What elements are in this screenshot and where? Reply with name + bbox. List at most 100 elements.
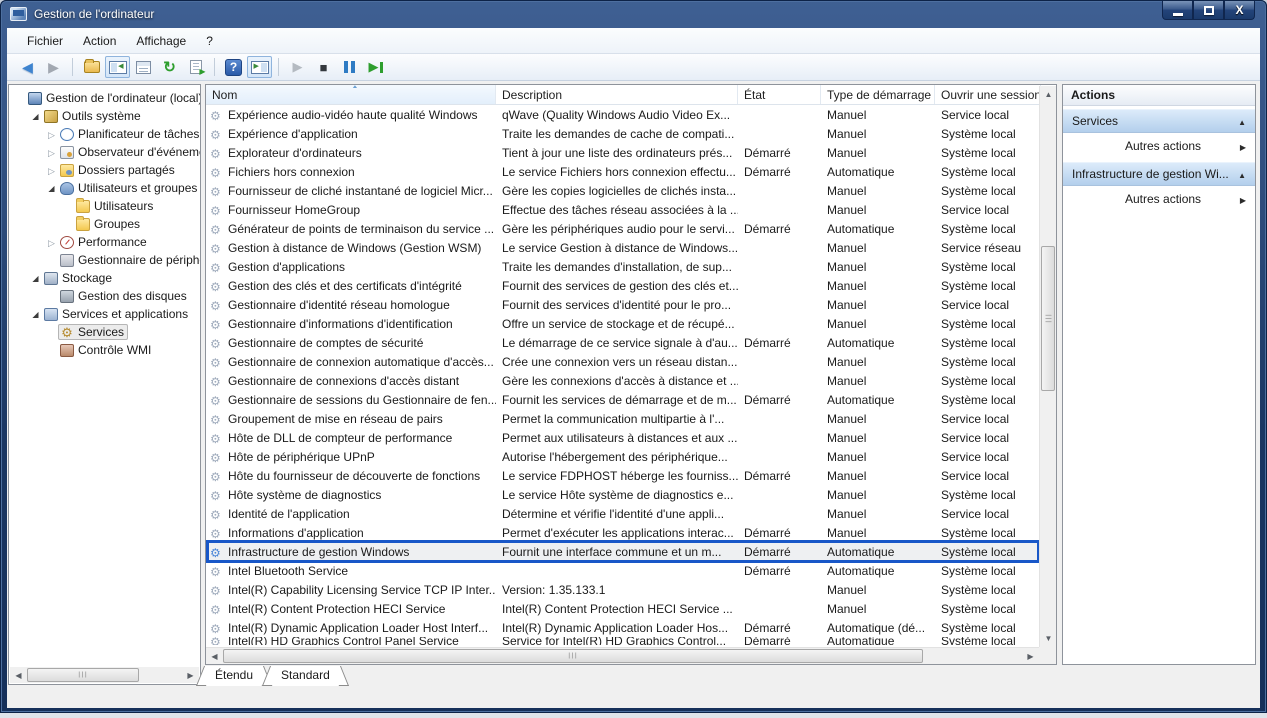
table-row[interactable]: Gestionnaire d'informations d'identifica… (206, 314, 1039, 333)
table-row[interactable]: Hôte du fournisseur de découverte de fon… (206, 466, 1039, 485)
scroll-up-icon[interactable]: ▲ (1040, 86, 1057, 103)
scroll-left-icon[interactable]: ◀ (206, 648, 223, 664)
scroll-left-icon[interactable]: ◀ (10, 667, 27, 683)
action-item-autres-actions[interactable]: Autres actions (1063, 133, 1255, 159)
table-row[interactable]: Gestionnaire de comptes de sécuritéLe dé… (206, 333, 1039, 352)
table-row[interactable]: Gestion à distance de Windows (Gestion W… (206, 238, 1039, 257)
table-row[interactable]: Expérience audio-vidéo haute qualité Win… (206, 105, 1039, 124)
expander-icon[interactable] (29, 305, 42, 323)
expander-icon[interactable] (45, 125, 58, 143)
table-row[interactable]: Fournisseur de cliché instantané de logi… (206, 181, 1039, 200)
tab-standard[interactable]: Standard (271, 666, 340, 686)
table-row[interactable]: Intel(R) Content Protection HECI Service… (206, 599, 1039, 618)
action-item-autres-actions[interactable]: Autres actions (1063, 186, 1255, 212)
back-button[interactable] (15, 56, 40, 78)
tree-item-gestion-de-l-ordinateur-local[interactable]: Gestion de l'ordinateur (local) (9, 89, 200, 107)
table-row[interactable]: Fournisseur HomeGroupEffectue des tâches… (206, 200, 1039, 219)
tree-item-services-et-applications[interactable]: Services et applications (9, 305, 200, 323)
table-row[interactable]: Expérience d'applicationTraite les deman… (206, 124, 1039, 143)
console-tree-button[interactable] (105, 56, 130, 78)
table-row[interactable]: Gestion des clés et des certificats d'in… (206, 276, 1039, 295)
table-row[interactable]: Gestionnaire d'identité réseau homologue… (206, 295, 1039, 314)
table-row[interactable]: Gestion d'applicationsTraite les demande… (206, 257, 1039, 276)
resume-service-button[interactable] (363, 56, 388, 78)
table-row[interactable]: Infrastructure de gestion WindowsFournit… (206, 542, 1039, 561)
table-row[interactable]: Hôte système de diagnosticsLe service Hô… (206, 485, 1039, 504)
table-row[interactable]: Intel(R) Dynamic Application Loader Host… (206, 618, 1039, 637)
tree-item-planificateur-de-taches[interactable]: Planificateur de tâches (9, 125, 200, 143)
menu-item[interactable]: ? (196, 30, 223, 52)
title-bar[interactable]: Gestion de l'ordinateur X (0, 0, 1267, 28)
list-vertical-scrollbar[interactable]: ▲ III ▼ (1039, 86, 1056, 647)
scroll-down-icon[interactable]: ▼ (1040, 630, 1057, 647)
maximize-button[interactable] (1193, 1, 1224, 20)
menu-fichier[interactable]: Fichier (17, 30, 73, 52)
table-row[interactable]: Générateur de points de terminaison du s… (206, 219, 1039, 238)
menu-affichage[interactable]: Affichage (126, 30, 196, 52)
list-vscroll-thumb[interactable]: III (1041, 246, 1055, 391)
stop-service-button[interactable] (311, 56, 336, 78)
tree-horizontal-scrollbar[interactable]: ◀ III ▶ (10, 667, 199, 683)
table-row[interactable]: Fichiers hors connexionLe service Fichie… (206, 162, 1039, 181)
pause-service-button[interactable] (337, 56, 362, 78)
table-row[interactable]: Groupement de mise en réseau de pairsPer… (206, 409, 1039, 428)
expander-icon[interactable] (45, 161, 58, 179)
table-row[interactable]: Gestionnaire de connexion automatique d'… (206, 352, 1039, 371)
device-manager-icon (60, 254, 74, 267)
list-horizontal-scrollbar[interactable]: ◀ III ▶ (206, 647, 1039, 664)
export-folder-button[interactable] (79, 56, 104, 78)
column-header-type-de-demarrage[interactable]: Type de démarrage (821, 85, 935, 104)
column-header-description[interactable]: Description (496, 85, 738, 104)
scroll-right-icon[interactable]: ▶ (182, 667, 199, 683)
properties-icon (136, 61, 151, 74)
close-button[interactable]: X (1224, 1, 1255, 20)
table-row[interactable]: Intel(R) HD Graphics Control Panel Servi… (206, 637, 1039, 645)
table-row[interactable]: Informations d'applicationPermet d'exécu… (206, 523, 1039, 542)
table-row[interactable]: Hôte de périphérique UPnPAutorise l'hébe… (206, 447, 1039, 466)
column-header-etat[interactable]: État (738, 85, 821, 104)
tree-item-utilisateurs[interactable]: Utilisateurs (9, 197, 200, 215)
table-row[interactable]: Intel Bluetooth ServiceDémarréAutomatiqu… (206, 561, 1039, 580)
start-service-button[interactable] (285, 56, 310, 78)
refresh-button[interactable] (157, 56, 182, 78)
users-groups-icon (60, 182, 74, 195)
table-row[interactable]: Identité de l'applicationDétermine et vé… (206, 504, 1039, 523)
tree-item-groupes[interactable]: Groupes (9, 215, 200, 233)
tree-item-gestion-des-disques[interactable]: Gestion des disques (9, 287, 200, 305)
tree-item-dossiers-partages[interactable]: Dossiers partagés (9, 161, 200, 179)
tree-hscroll-thumb[interactable]: III (27, 668, 139, 682)
tree-item-outils-systeme[interactable]: Outils système (9, 107, 200, 125)
list-hscroll-thumb[interactable]: III (223, 649, 923, 663)
expander-icon[interactable] (45, 233, 58, 251)
tab-etendu[interactable]: Étendu (205, 666, 263, 686)
properties-button[interactable] (131, 56, 156, 78)
tree-item-observateur-d-eveneme[interactable]: Observateur d'événeme (9, 143, 200, 161)
expander-icon[interactable] (29, 269, 42, 287)
table-row[interactable]: Explorateur d'ordinateursTient à jour un… (206, 143, 1039, 162)
column-header-ouvrir-une-session-e[interactable]: Ouvrir une session e (935, 85, 1041, 104)
table-row[interactable]: Hôte de DLL de compteur de performancePe… (206, 428, 1039, 447)
expander-icon[interactable] (45, 179, 58, 197)
tree-item-utilisateurs-et-groupes-l[interactable]: Utilisateurs et groupes l (9, 179, 200, 197)
action-section-services[interactable]: Services (1063, 109, 1255, 133)
table-row[interactable]: Intel(R) Capability Licensing Service TC… (206, 580, 1039, 599)
menu-action[interactable]: Action (73, 30, 126, 52)
minimize-button[interactable] (1162, 1, 1193, 20)
tree-item-stockage[interactable]: Stockage (9, 269, 200, 287)
table-row[interactable]: Gestionnaire de connexions d'accès dista… (206, 371, 1039, 390)
table-row[interactable]: Gestionnaire de sessions du Gestionnaire… (206, 390, 1039, 409)
tree-item-performance[interactable]: Performance (9, 233, 200, 251)
expander-icon[interactable] (45, 143, 58, 161)
forward-button[interactable] (41, 56, 66, 78)
tree-item-services[interactable]: Services (9, 323, 200, 341)
action-section-infrastructure-de-gestion-wi[interactable]: Infrastructure de gestion Wi... (1063, 162, 1255, 186)
scroll-right-icon[interactable]: ▶ (1022, 648, 1039, 664)
tree-item-gestionnaire-de-periphe[interactable]: Gestionnaire de périphé (9, 251, 200, 269)
export-list-button[interactable] (183, 56, 208, 78)
help-button[interactable] (221, 56, 246, 78)
cell-text: Version: 1.35.133.1 (502, 583, 605, 597)
tree-item-controle-wmi[interactable]: Contrôle WMI (9, 341, 200, 359)
expander-icon[interactable] (29, 107, 42, 125)
column-header-nom[interactable]: Nom (206, 85, 496, 104)
action-pane-button[interactable] (247, 56, 272, 78)
